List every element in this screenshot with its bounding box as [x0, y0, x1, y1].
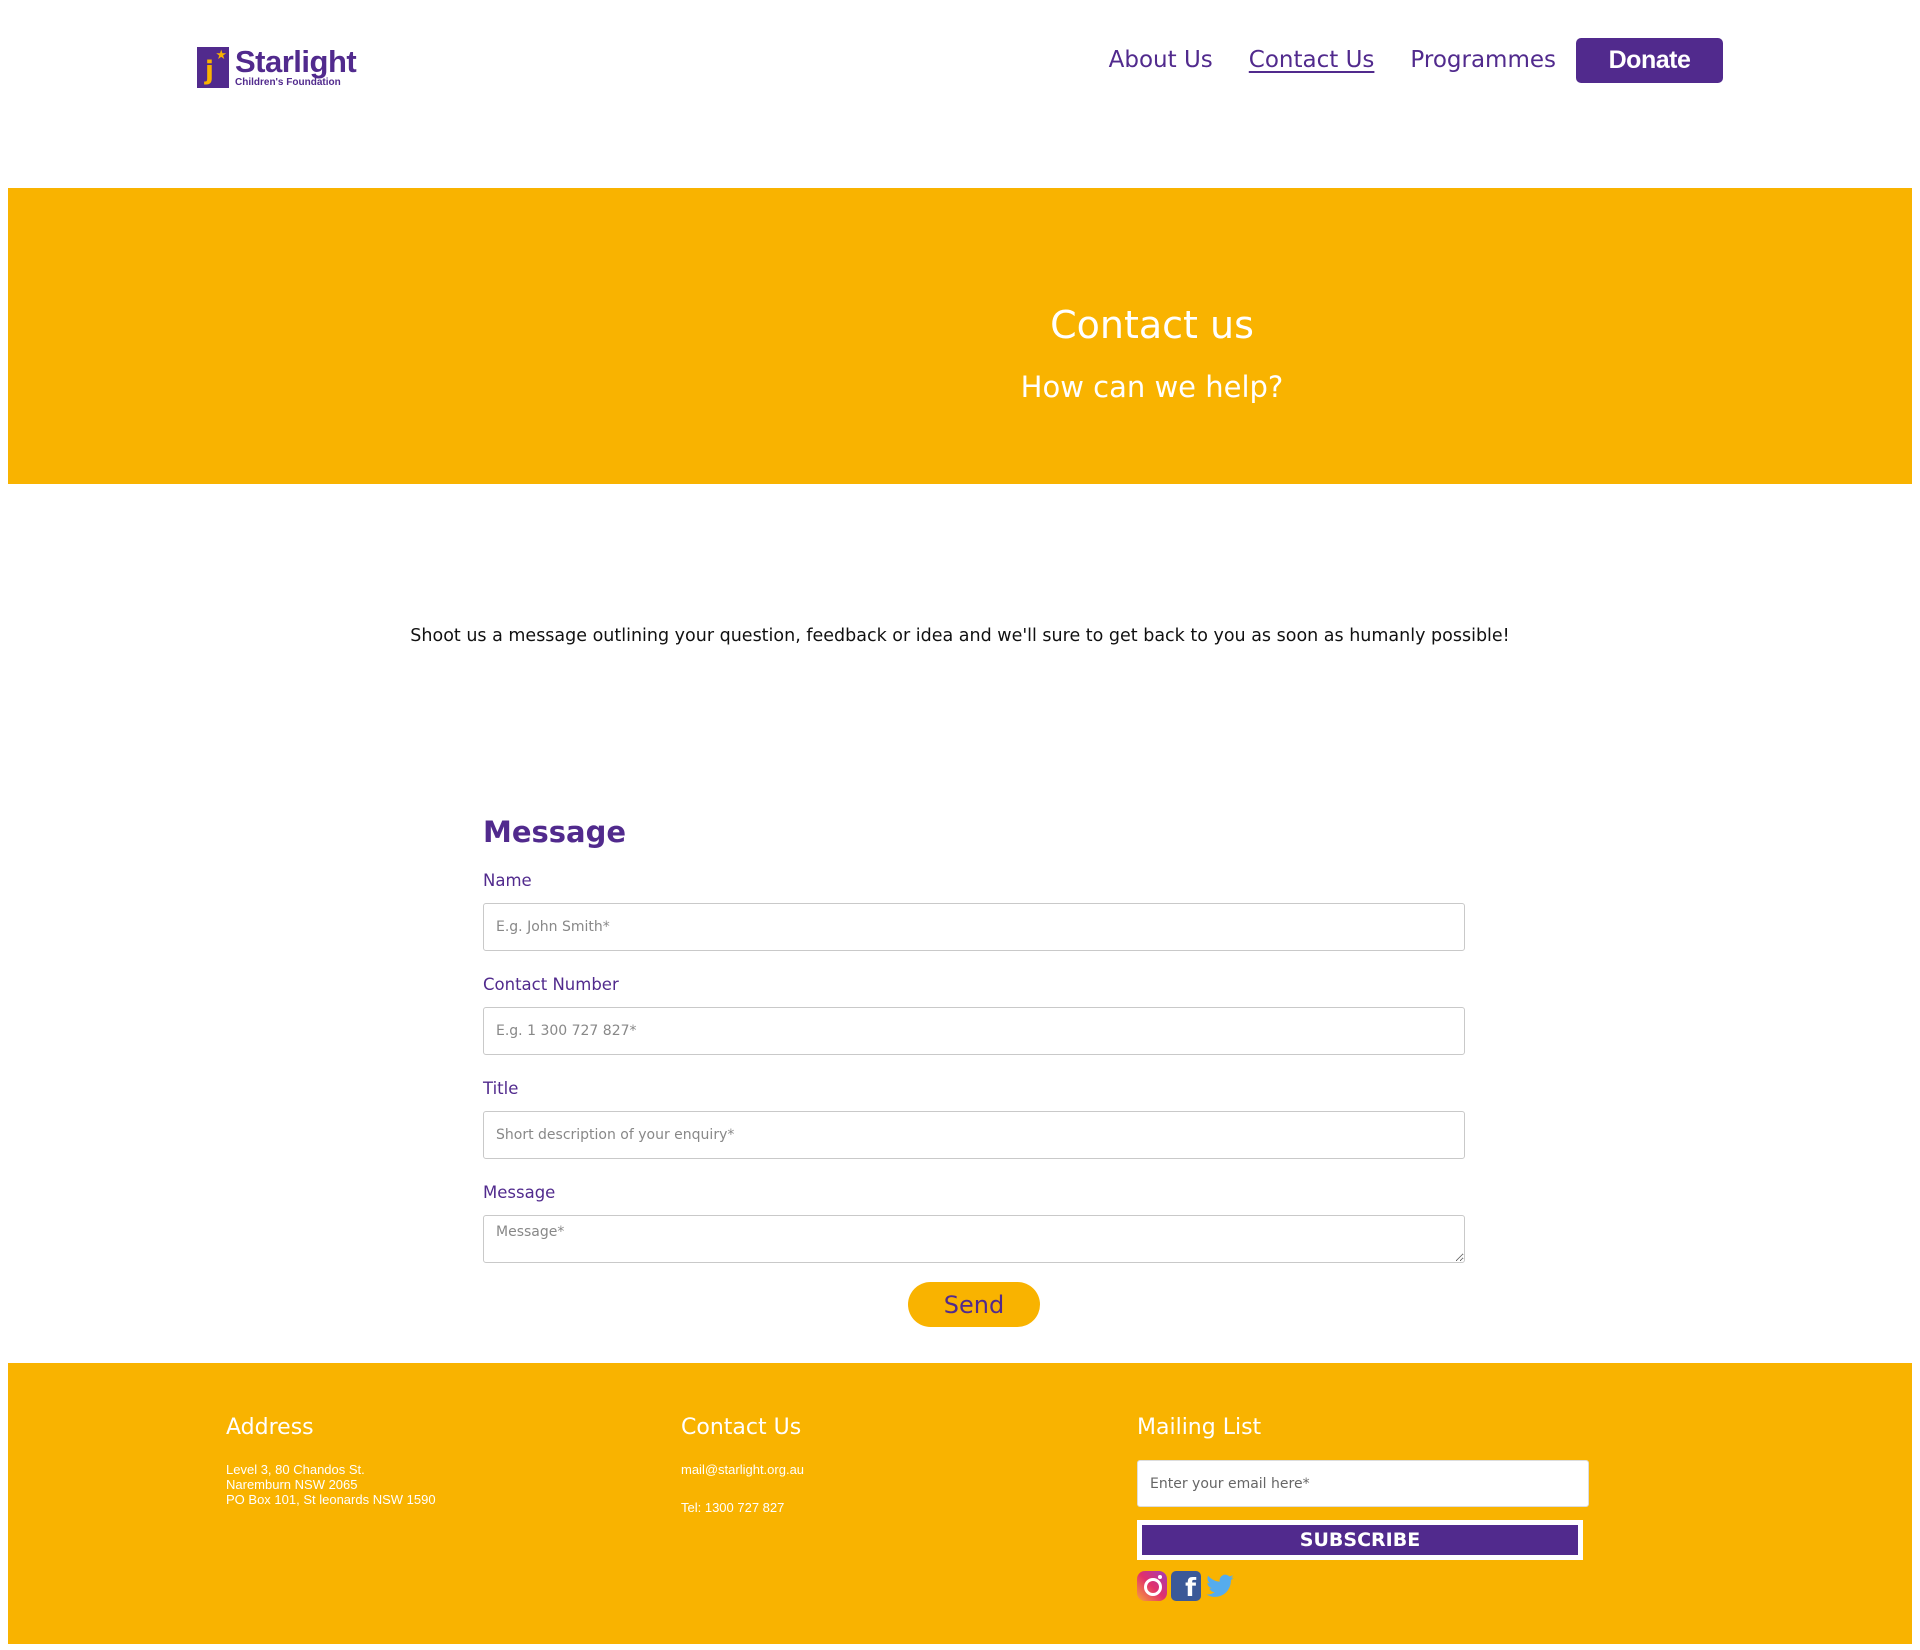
address-line: PO Box 101, St leonards NSW 1590 — [226, 1492, 436, 1507]
address-heading: Address — [226, 1415, 314, 1440]
site-logo[interactable]: ★ j Starlight Children's Foundation — [197, 44, 357, 90]
address-line: Level 3, 80 Chandos St. — [226, 1462, 365, 1477]
title-field[interactable] — [483, 1111, 1465, 1159]
contact-number-field[interactable] — [483, 1007, 1465, 1055]
contact-number-label: Contact Number — [483, 975, 619, 994]
send-button[interactable]: Send — [908, 1282, 1040, 1327]
instagram-icon[interactable] — [1137, 1571, 1167, 1601]
nav-about-us[interactable]: About Us — [1109, 38, 1213, 83]
donate-button[interactable]: Donate — [1576, 38, 1723, 83]
contact-phone: Tel: 1300 727 827 — [681, 1500, 785, 1515]
footer-mailing-list: Mailing List SUBSCRIBE f — [1137, 1415, 1589, 1601]
hero-banner: Contact us How can we help? — [8, 188, 1912, 484]
starlight-logo-icon: ★ j — [197, 46, 229, 88]
footer-address: Address Level 3, 80 Chandos St. Narembur… — [226, 1415, 436, 1507]
intro-text: Shoot us a message outlining your questi… — [410, 626, 1510, 646]
nav-programmes[interactable]: Programmes — [1410, 38, 1556, 83]
logo-text: Starlight Children's Foundation — [235, 43, 357, 88]
site-footer: Address Level 3, 80 Chandos St. Narembur… — [8, 1363, 1912, 1644]
subscribe-button[interactable]: SUBSCRIBE — [1137, 1520, 1583, 1560]
logo-subtitle: Children's Foundation — [235, 76, 341, 88]
hero-subtitle: How can we help? — [1020, 370, 1284, 404]
main-nav: About Us Contact Us Programmes Donate — [1073, 38, 1723, 83]
message-label: Message — [483, 1183, 556, 1202]
mailing-email-input[interactable] — [1137, 1460, 1589, 1507]
name-field[interactable] — [483, 903, 1465, 951]
contact-form: Message Name Contact Number Title Messag… — [483, 815, 1465, 1327]
site-header: ★ j Starlight Children's Foundation Abou… — [0, 0, 1920, 188]
footer-contact: Contact Us mail@starlight.org.au Tel: 13… — [681, 1415, 804, 1515]
hero-title: Contact us — [1050, 303, 1254, 347]
nav-contact-us[interactable]: Contact Us — [1249, 38, 1375, 83]
form-title: Message — [483, 815, 627, 849]
logo-name: Starlight — [235, 43, 357, 79]
title-label: Title — [483, 1079, 519, 1098]
twitter-icon[interactable] — [1205, 1571, 1235, 1601]
name-label: Name — [483, 871, 532, 890]
social-links: f — [1137, 1571, 1589, 1601]
contact-email-link[interactable]: mail@starlight.org.au — [681, 1462, 804, 1477]
send-row: Send — [483, 1282, 1465, 1327]
mailing-heading: Mailing List — [1137, 1415, 1262, 1440]
address-line: Naremburn NSW 2065 — [226, 1477, 358, 1492]
message-field[interactable] — [483, 1215, 1465, 1263]
facebook-icon[interactable]: f — [1171, 1571, 1201, 1601]
contact-heading: Contact Us — [681, 1415, 802, 1440]
